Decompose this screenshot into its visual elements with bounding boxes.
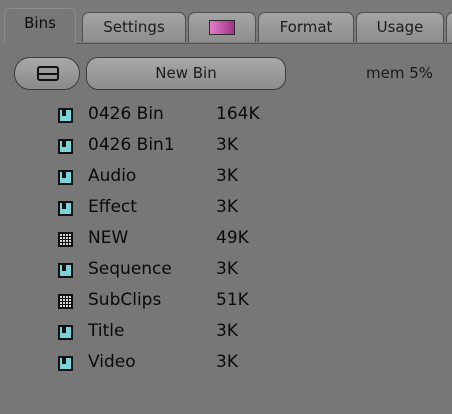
new-bin-button[interactable]: New Bin [86,57,286,90]
bin-size: 164K [216,104,260,124]
grid-bin-icon [58,294,73,309]
grid-bin-icon [58,232,73,247]
tab-color[interactable] [188,12,256,42]
bin-icon [58,170,73,185]
tab-label: Bins [24,14,56,32]
tab-usage[interactable]: Usage [356,12,444,42]
bin-row-0426-bin[interactable]: 0426 Bin 164K [58,100,318,130]
tab-label: Settings [103,18,165,36]
bin-size: 3K [216,197,238,217]
tab-label: Format [279,18,333,36]
tab-bins[interactable]: Bins [4,8,76,44]
bin-row-0426-bin1[interactable]: 0426 Bin1 3K [58,131,318,161]
bin-icon [58,325,73,340]
bin-size: 49K [216,228,249,248]
bin-row-video[interactable]: Video 3K [58,348,318,378]
bins-panel: Bins Settings Format Usage New Bin mem 5… [0,0,452,414]
bin-row-effect[interactable]: Effect 3K [58,193,318,223]
bin-icon [58,356,73,371]
bin-size: 3K [216,259,238,279]
tab-settings[interactable]: Settings [82,12,186,42]
bin-row-subclips[interactable]: SubClips 51K [58,286,318,316]
bin-menu-button[interactable] [14,57,80,90]
tab-strip: Bins Settings Format Usage [0,0,452,44]
bin-size: 3K [216,166,238,186]
bin-name: Sequence [88,259,172,279]
tab-label: Usage [376,18,424,36]
bin-size: 51K [216,290,249,310]
tab-format[interactable]: Format [258,12,354,42]
bin-icon [58,201,73,216]
bin-row-title[interactable]: Title 3K [58,317,318,347]
bin-name: NEW [88,228,129,248]
bin-icon [58,139,73,154]
bin-name: Audio [88,166,137,186]
bin-size: 3K [216,352,238,372]
bin-name: 0426 Bin [88,104,164,124]
tab-overflow[interactable] [446,12,452,42]
bin-name: Effect [88,197,137,217]
memory-usage: mem 5% [366,64,434,82]
bin-menu-icon [37,66,59,81]
color-swatch-icon [209,20,235,35]
new-bin-label: New Bin [155,64,217,82]
bin-name: Title [88,321,125,341]
bin-name: Video [88,352,136,372]
bin-size: 3K [216,321,238,341]
bin-row-sequence[interactable]: Sequence 3K [58,255,318,285]
bin-row-new[interactable]: NEW 49K [58,224,318,254]
bin-icon [58,108,73,123]
bin-row-audio[interactable]: Audio 3K [58,162,318,192]
bin-name: SubClips [88,290,162,310]
bin-icon [58,263,73,278]
bin-name: 0426 Bin1 [88,135,175,155]
bin-size: 3K [216,135,238,155]
tab-divider [76,43,452,44]
